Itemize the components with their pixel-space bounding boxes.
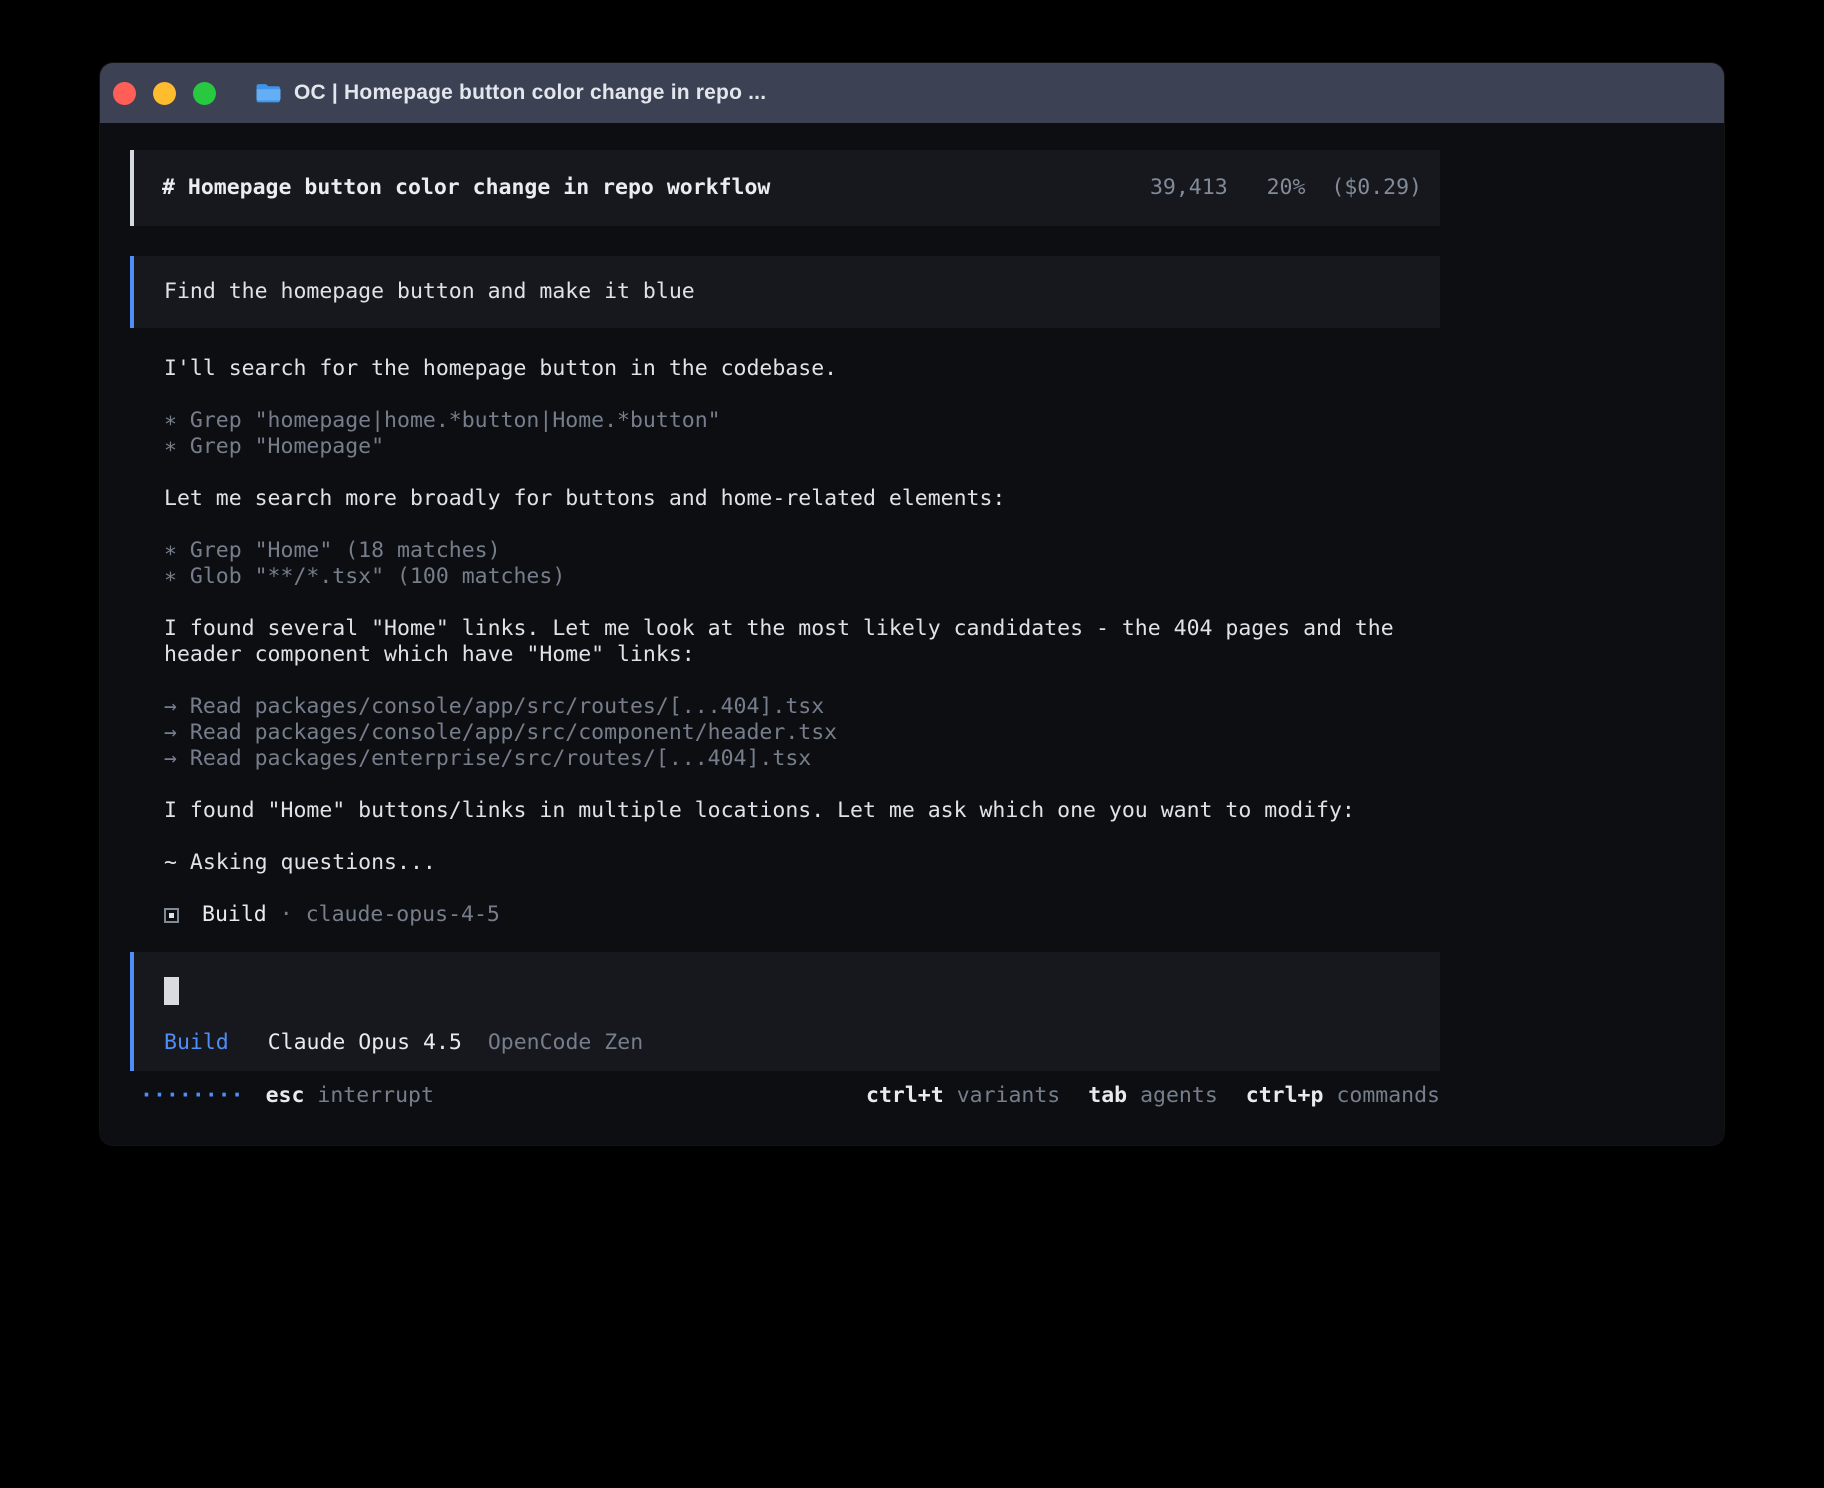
hint-label: commands: [1336, 1083, 1440, 1109]
provider-name: OpenCode Zen: [488, 1030, 643, 1055]
folder-icon: [255, 83, 282, 104]
hint-variants: ctrl+t variants: [866, 1083, 1060, 1109]
hint-label: agents: [1140, 1083, 1218, 1109]
assistant-paragraph: I found several "Home" links. Let me loo…: [164, 616, 1440, 668]
tui-content: # Homepage button color change in repo w…: [100, 123, 1724, 1109]
token-count: 39,413: [1150, 175, 1228, 200]
agent-mode-label: Build: [164, 1030, 229, 1055]
tool-call-line: ∗ Glob "**/*.tsx" (100 matches): [164, 564, 1440, 590]
tool-call-line: → Read packages/enterprise/src/routes/[.…: [164, 746, 1440, 772]
prompt-input[interactable]: Build Claude Opus 4.5 OpenCode Zen: [130, 952, 1440, 1071]
model-name: Claude Opus 4.5: [268, 1030, 462, 1055]
assistant-paragraph: I found "Home" buttons/links in multiple…: [164, 798, 1440, 824]
tool-call-group: ∗ Grep "homepage|home.*button|Home.*butt…: [164, 408, 1440, 460]
assistant-text-line: Let me search more broadly for buttons a…: [164, 486, 1440, 512]
tool-call-group: → Read packages/console/app/src/routes/[…: [164, 694, 1440, 772]
conversation: I'll search for the homepage button in t…: [130, 356, 1440, 928]
terminal-window: OC | Homepage button color change in rep…: [100, 63, 1724, 1145]
window-title: OC | Homepage button color change in rep…: [294, 81, 766, 105]
assistant-text-line: I'll search for the homepage button in t…: [164, 356, 1440, 382]
hint-label: variants: [957, 1083, 1061, 1109]
session-cost: ($0.29): [1331, 175, 1422, 200]
hint-commands: ctrl+p commands: [1246, 1083, 1440, 1109]
hint-interrupt: esc interrupt: [266, 1083, 434, 1109]
user-message: Find the homepage button and make it blu…: [130, 256, 1440, 328]
close-button[interactable]: [113, 82, 136, 105]
assistant-status-line: ~ Asking questions...: [164, 850, 1440, 876]
assistant-paragraph: ~ Asking questions...: [164, 850, 1440, 876]
desktop: OC | Homepage button color change in rep…: [0, 0, 1824, 1488]
tab-key-hint: tab: [1088, 1083, 1127, 1109]
minimize-button[interactable]: [153, 82, 176, 105]
tool-call-line: ∗ Grep "Homepage": [164, 434, 1440, 460]
ctrl-p-key-hint: ctrl+p: [1246, 1083, 1324, 1109]
tool-call-line: ∗ Grep "homepage|home.*button|Home.*butt…: [164, 408, 1440, 434]
status-left: ········ esc interrupt: [130, 1083, 434, 1109]
agent-icon: [164, 908, 179, 923]
tool-call-line: ∗ Grep "Home" (18 matches): [164, 538, 1440, 564]
assistant-paragraph: Let me search more broadly for buttons a…: [164, 486, 1440, 512]
separator-dot: ·: [280, 902, 293, 928]
hint-label: interrupt: [317, 1083, 434, 1109]
zoom-button[interactable]: [193, 82, 216, 105]
session-header: # Homepage button color change in repo w…: [130, 150, 1440, 226]
window-titlebar[interactable]: OC | Homepage button color change in rep…: [100, 63, 1724, 123]
status-bar: ········ esc interrupt ctrl+t variants t…: [130, 1083, 1440, 1109]
context-percent: 20%: [1267, 175, 1306, 200]
assistant-text-line: I found several "Home" links. Let me loo…: [164, 616, 1440, 668]
ctrl-t-key-hint: ctrl+t: [866, 1083, 944, 1109]
assistant-paragraph: I'll search for the homepage button in t…: [164, 356, 1440, 382]
agent-status: Build · claude-opus-4-5: [164, 902, 1440, 928]
status-right: ctrl+t variants tab agents ctrl+p comman…: [866, 1083, 1440, 1109]
tool-call-line: → Read packages/console/app/src/componen…: [164, 720, 1440, 746]
progress-dots: ········: [140, 1083, 244, 1109]
text-cursor: [164, 977, 179, 1005]
hint-agents: tab agents: [1088, 1083, 1218, 1109]
session-stats: 39,413 20% ($0.29): [1150, 175, 1422, 201]
user-message-text: Find the homepage button and make it blu…: [164, 279, 695, 304]
model-line: Build Claude Opus 4.5 OpenCode Zen: [164, 1030, 1422, 1056]
assistant-text-line: I found "Home" buttons/links in multiple…: [164, 798, 1440, 824]
agent-name: Build: [202, 902, 267, 928]
esc-key-hint: esc: [266, 1083, 305, 1109]
agent-model-name: claude-opus-4-5: [306, 902, 500, 928]
tool-call-group: ∗ Grep "Home" (18 matches) ∗ Glob "**/*.…: [164, 538, 1440, 590]
tool-call-line: → Read packages/console/app/src/routes/[…: [164, 694, 1440, 720]
session-title: # Homepage button color change in repo w…: [162, 175, 770, 201]
